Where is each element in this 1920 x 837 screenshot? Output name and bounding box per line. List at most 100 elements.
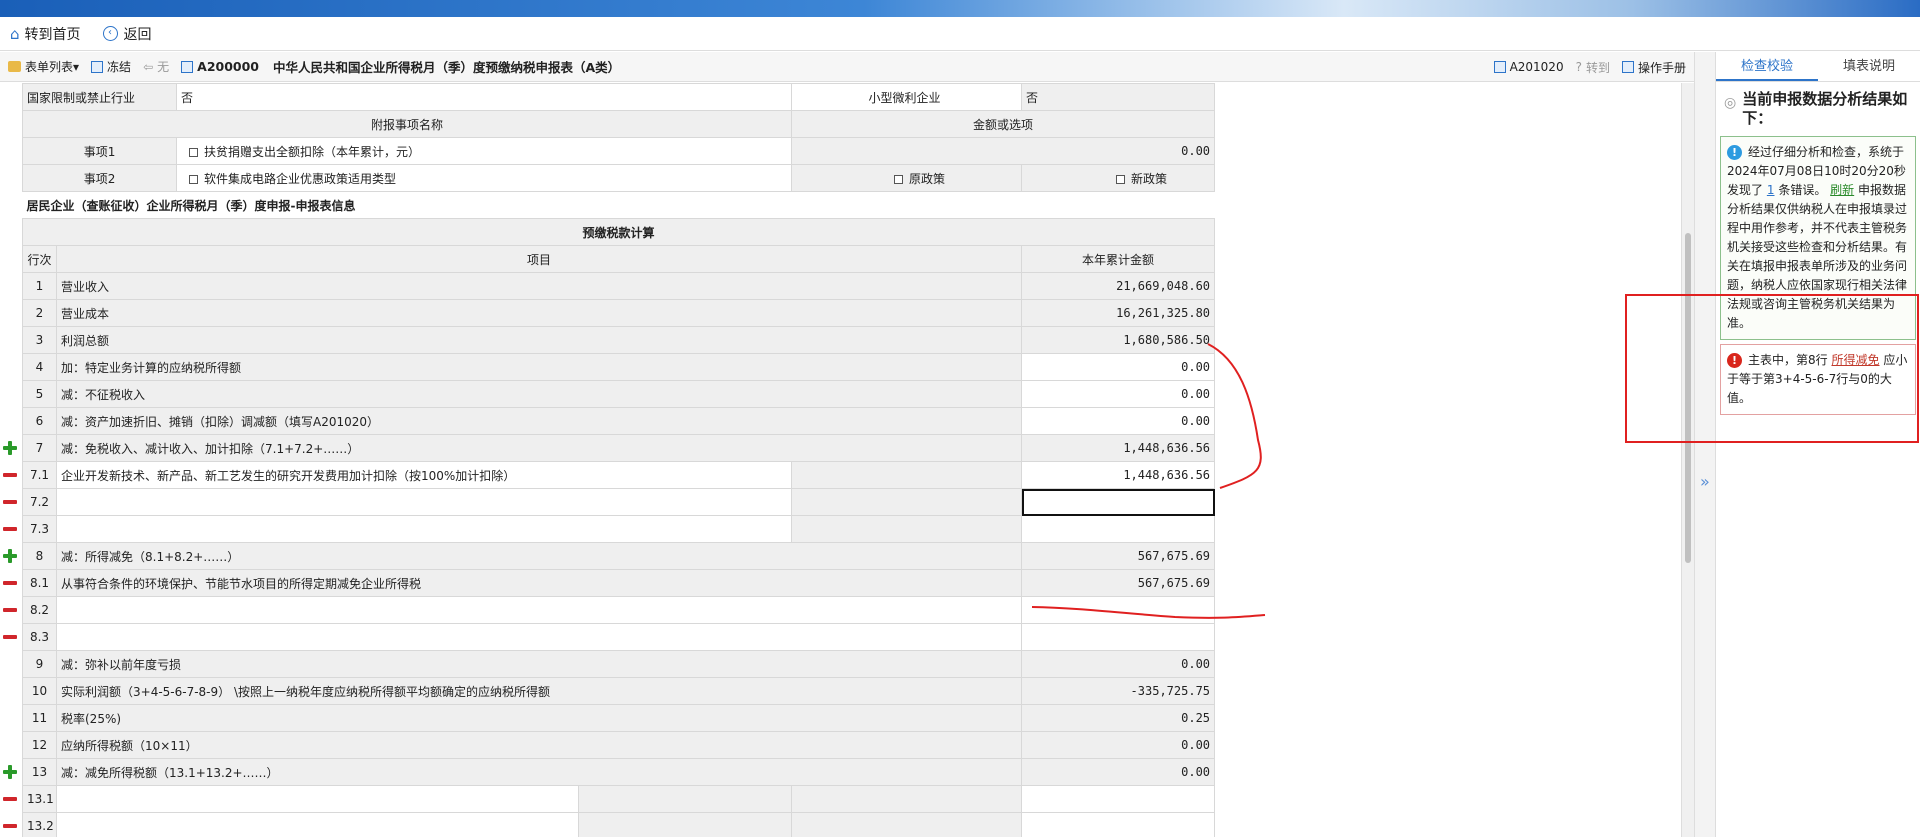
home-icon: ⌂ (10, 24, 20, 43)
side-tabs: 检查校验 填表说明 (1716, 52, 1920, 82)
manual-button[interactable]: 操作手册 (1621, 59, 1686, 76)
row-label: 实际利润额（3+4-5-6-7-8-9） \按照上一纳税年度应纳税所得额平均额确… (55, 677, 1023, 705)
side-header-text: 当前申报数据分析结果如下： (1742, 90, 1908, 127)
tab-help[interactable]: 填表说明 (1818, 52, 1920, 81)
row-amount (1021, 623, 1216, 651)
row-amount[interactable]: 0.00 (1021, 380, 1216, 408)
table-row: 居民企业（查账征收）企业所得税月（季）度申报-申报表信息 (22, 191, 1215, 219)
back-link[interactable]: ‹ 返回 (102, 24, 152, 44)
table-row: 8 减：所得减免（8.1+8.2+……） 567,675.69 (22, 542, 1216, 570)
table-row: 8.1 从事符合条件的环境保护、节能节水项目的所得定期减免企业所得税 567,675… (22, 569, 1216, 597)
item1-text: 扶贫捐赠支出全额扣除（本年累计，元） (204, 144, 421, 159)
row-amount (1021, 785, 1216, 813)
row-number: 12 (22, 731, 57, 759)
row-amount: 0.00 (1021, 650, 1216, 678)
back-label: 返回 (123, 26, 152, 43)
row-number: 8.3 (22, 623, 57, 651)
error-count-link[interactable]: 1 (1767, 183, 1775, 197)
remove-row-icon[interactable] (3, 792, 17, 806)
next-form-button[interactable]: A201020 (1493, 60, 1564, 74)
row-amount[interactable]: 0.00 (1021, 353, 1216, 381)
item1-checkbox[interactable] (189, 147, 199, 157)
home-link[interactable]: ⌂ 转到首页 (10, 24, 81, 44)
check-panel: 检查校验 填表说明 ◎ 当前申报数据分析结果如下： ! 经过仔细分析和检查，系统于… (1716, 52, 1920, 837)
row-amount[interactable]: 0.00 (1021, 407, 1216, 435)
add-row-icon[interactable] (3, 549, 17, 563)
row-amount[interactable] (1021, 488, 1216, 516)
row-amount: 567,675.69 (1021, 569, 1216, 597)
info-message: ! 经过仔细分析和检查，系统于2024年07月08日10时20分20秒发现了 1 … (1720, 136, 1916, 340)
row-extra-cell (791, 488, 1023, 516)
table-row: 3 利润总额 1,680,586.50 (22, 326, 1216, 354)
form-title: A200000 中华人民共和国企业所得税月（季）度预缴纳税申报表（A类） (181, 57, 620, 76)
table-row: 10 实际利润额（3+4-5-6-7-8-9） \按照上一纳税年度应纳税所得额平均… (22, 677, 1216, 705)
goto-button[interactable]: ? 转到 (1576, 59, 1610, 76)
tax-declaration-app: ⌂ 转到首页 ‹ 返回 表单列表 ▾ 冻结 ⇦ 无 A200000 中华人民共和… (0, 0, 1920, 837)
error-field-link[interactable]: 所得减免 (1831, 353, 1879, 367)
row-amount (1021, 596, 1216, 624)
remove-row-icon[interactable] (3, 603, 17, 617)
item2-text-cell: 软件集成电路企业优惠政策适用类型 (176, 164, 793, 192)
row-amount: 0.00 (1021, 758, 1216, 786)
row-label[interactable] (55, 488, 793, 516)
item2-opt2-cell[interactable]: 新政策 (1021, 164, 1216, 192)
freeze-button[interactable]: 冻结 (91, 58, 131, 75)
row-label[interactable] (55, 785, 580, 813)
none-button[interactable]: ⇦ 无 (143, 58, 169, 75)
row-label: 营业收入 (55, 272, 1023, 300)
tab-check[interactable]: 检查校验 (1716, 52, 1818, 81)
row-label[interactable]: 企业开发新技术、新产品、新工艺发生的研究开发费用加计扣除（按100%加计扣除） (55, 461, 793, 489)
remove-row-icon[interactable] (3, 576, 17, 590)
table-row: 7.3 (22, 515, 1216, 543)
row-extra-cell (791, 515, 1023, 543)
table-row: 11 税率(25%) 0.25 (22, 704, 1216, 732)
row-label[interactable] (55, 515, 793, 543)
manual-label: 操作手册 (1637, 60, 1686, 75)
row-number: 1 (22, 272, 57, 300)
freeze-icon (91, 60, 104, 73)
arrow-left-icon: ⇦ (143, 59, 154, 74)
item2-opt1-cell[interactable]: 原政策 (791, 164, 1023, 192)
row-amount: 21,669,048.60 (1021, 272, 1216, 300)
table-row: 事项2 软件集成电路企业优惠政策适用类型 原政策 新政策 (21, 164, 1216, 192)
info-disclaimer: 申报数据分析结果仅供纳税人在申报填录过程中用作参考，并不代表主管税务机关接受这些… (1727, 183, 1908, 330)
info-mid: 条错误。 (1778, 183, 1827, 197)
table-row: 12 应纳所得税额（10×11） 0.00 (22, 731, 1216, 759)
table-row: 13 减：减免所得税额（13.1+13.2+……） 0.00 (22, 758, 1216, 786)
col-header-item: 项目 (55, 245, 1023, 273)
item1-checkbox-cell[interactable]: 扶贫捐赠支出全额扣除（本年累计，元） (176, 137, 793, 165)
form-area: 国家限制或禁止行业 否 小型微利企业 否 附报事项名称 金额或选项 事项1 扶贫… (0, 83, 1681, 837)
table-row: 国家限制或禁止行业 否 小型微利企业 否 (21, 83, 1216, 111)
row-number: 3 (22, 326, 57, 354)
remove-row-icon[interactable] (3, 522, 17, 536)
row-label: 减：资产加速折旧、摊销（扣除）调减额（填写A201020） (55, 407, 1023, 435)
add-row-icon[interactable] (3, 765, 17, 779)
remove-row-icon[interactable] (3, 819, 17, 833)
row-label[interactable] (55, 812, 580, 837)
side-panel-toggle[interactable]: » (1694, 52, 1716, 837)
remove-row-icon[interactable] (3, 495, 17, 509)
row-label: 利润总额 (55, 326, 1023, 354)
row-amount[interactable]: 1,448,636.56 (1021, 461, 1216, 489)
table-row: 4 加：特定业务计算的应纳税所得额 0.00 (22, 353, 1216, 381)
remove-row-icon[interactable] (3, 630, 17, 644)
top-banner (0, 0, 1920, 17)
help-circle-icon: ? (1575, 60, 1582, 74)
table-row: 5 减：不征税收入 0.00 (22, 380, 1216, 408)
form-list-button[interactable]: 表单列表 ▾ (8, 58, 79, 75)
table-row: 行次 项目 本年累计金额 (22, 245, 1216, 273)
add-row-icon[interactable] (3, 441, 17, 455)
remove-row-icon[interactable] (3, 468, 17, 482)
form-toolbar: 表单列表 ▾ 冻结 ⇦ 无 A200000 中华人民共和国企业所得税月（季）度预… (0, 52, 1694, 82)
nav-bar: ⌂ 转到首页 ‹ 返回 (0, 17, 1920, 51)
book-icon (1621, 61, 1634, 73)
restricted-industry-value[interactable]: 否 (176, 83, 793, 111)
row-label: 营业成本 (55, 299, 1023, 327)
item2-opt2-checkbox[interactable] (1116, 174, 1126, 184)
refresh-link[interactable]: 刷新 (1830, 183, 1854, 197)
row-label (55, 596, 1023, 624)
vertical-scrollbar[interactable] (1681, 83, 1694, 837)
scrollbar-thumb[interactable] (1685, 233, 1691, 563)
item2-opt1-checkbox[interactable] (894, 174, 904, 184)
item2-checkbox[interactable] (189, 174, 199, 184)
